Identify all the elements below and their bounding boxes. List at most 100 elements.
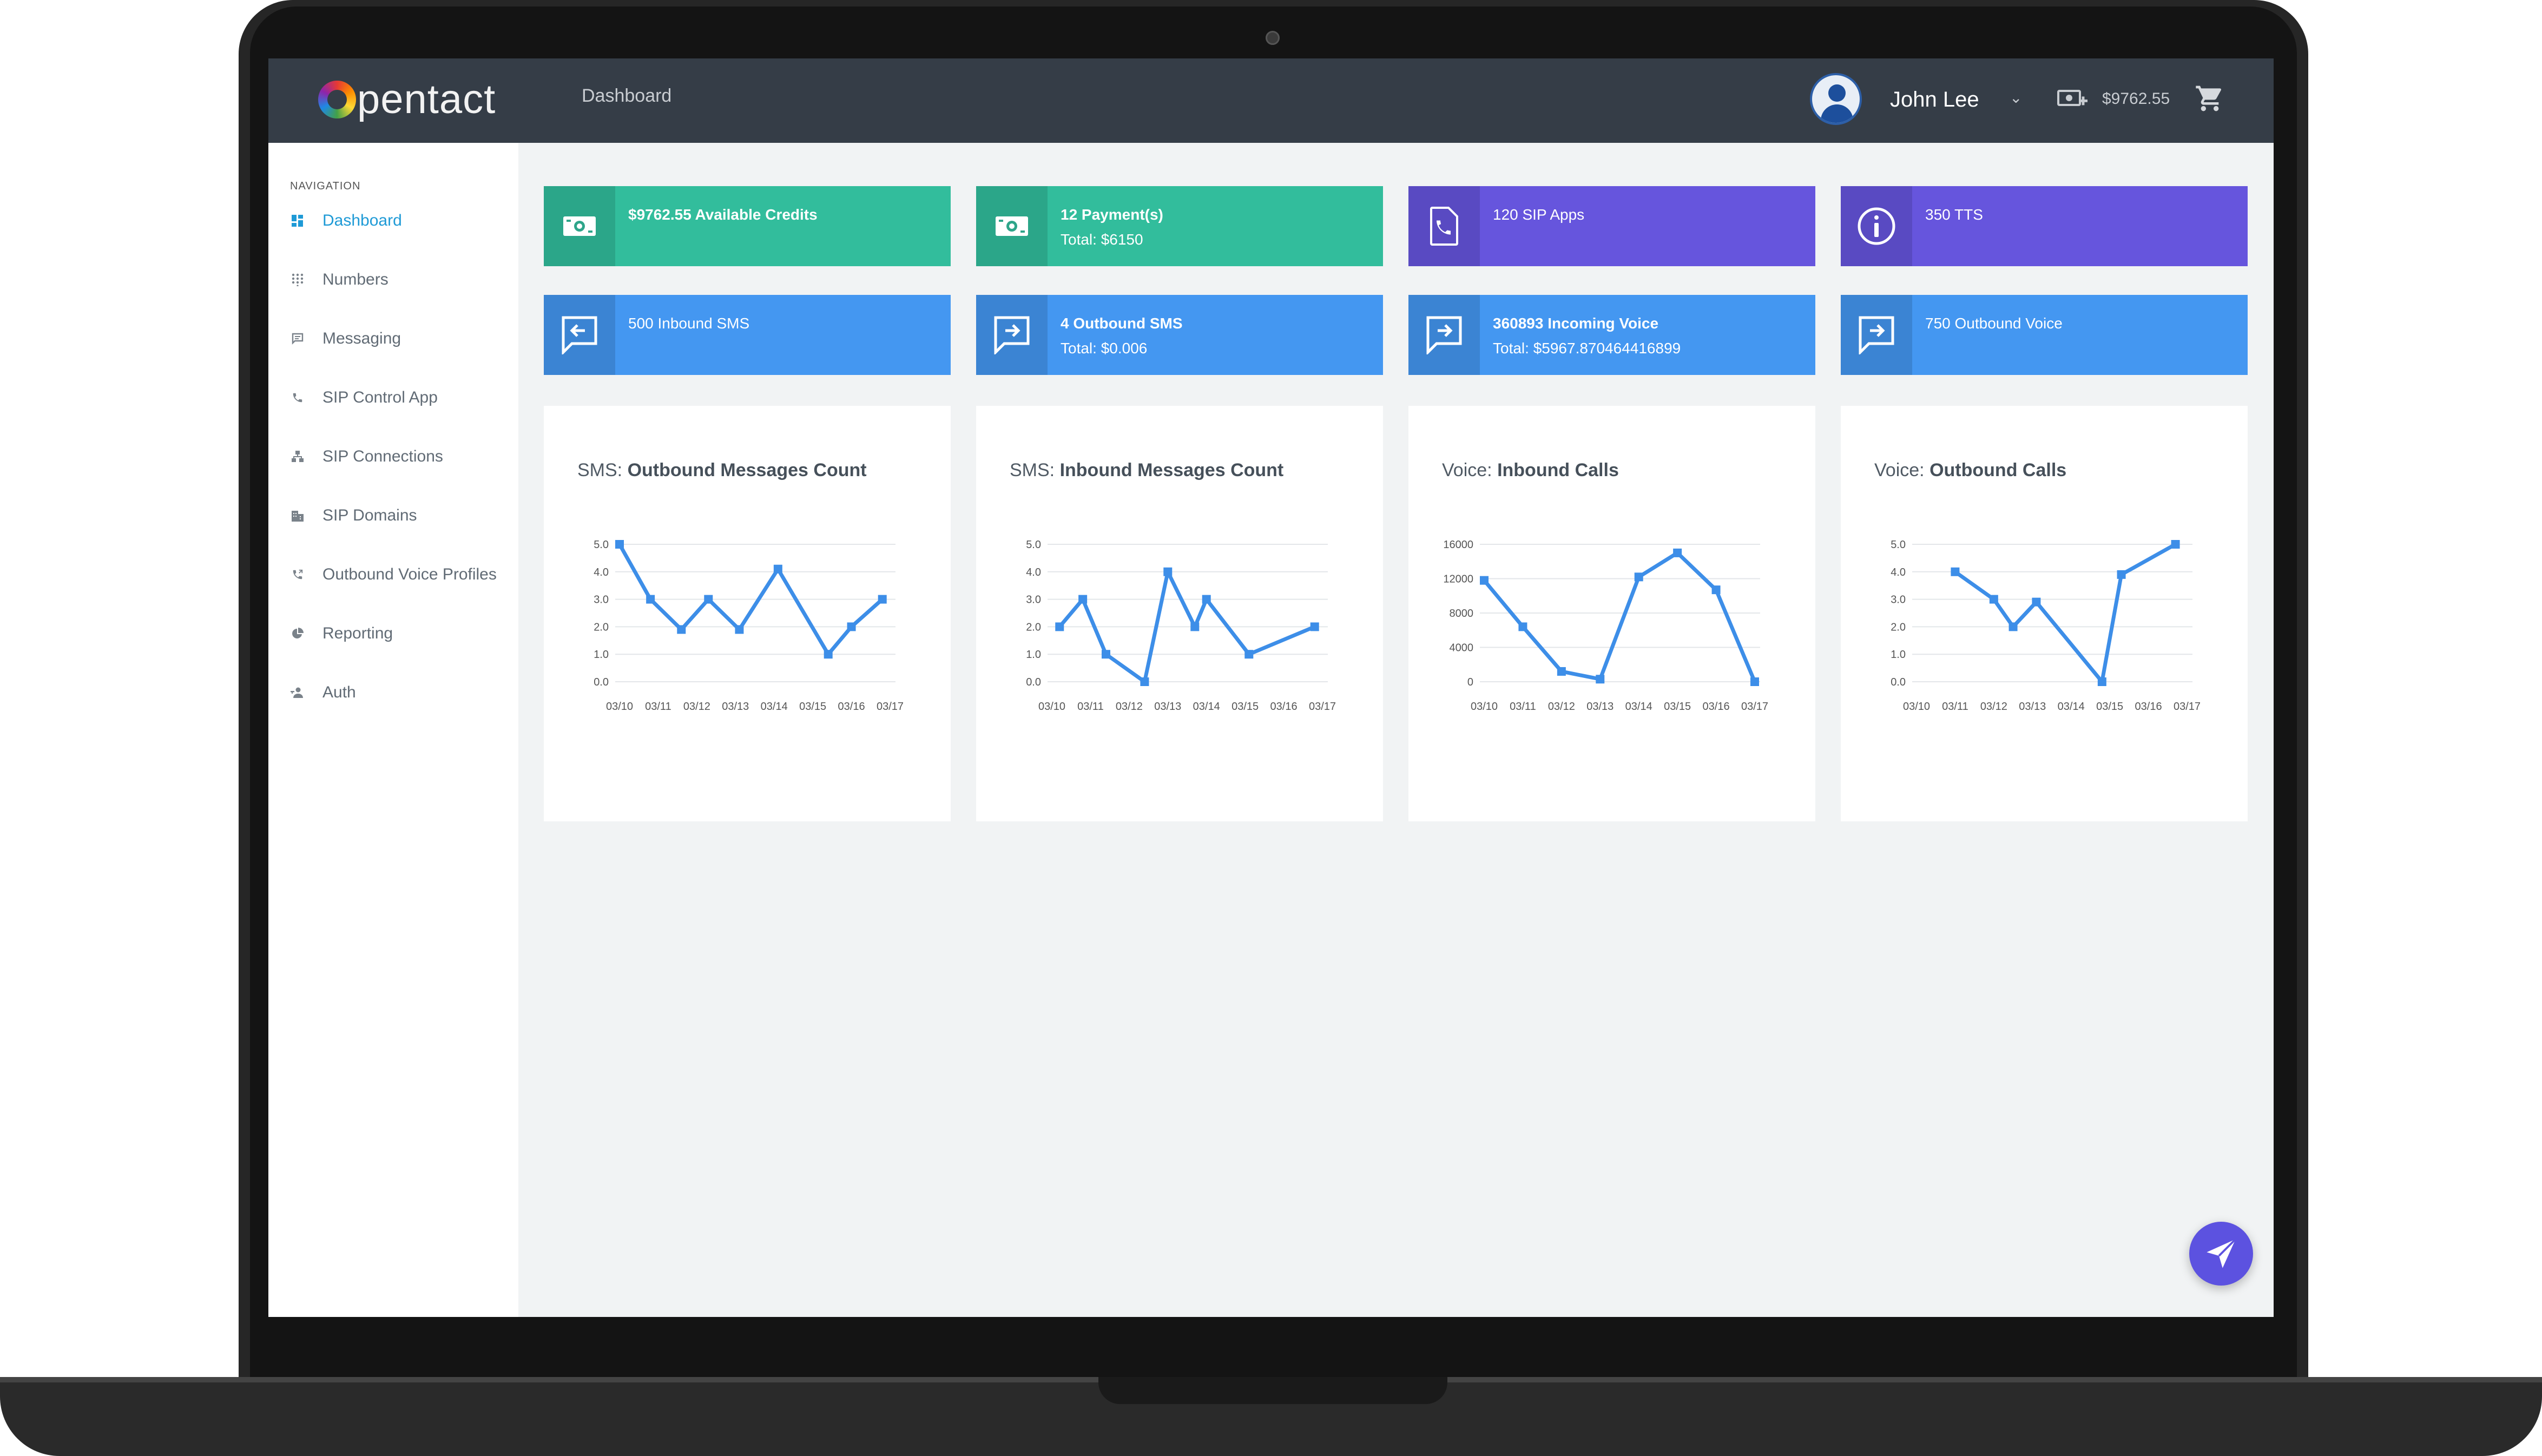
x-tick-label: 03/17 [877,701,904,713]
sidebar-item-dashboard[interactable]: Dashboard [290,205,402,237]
message-out-icon [1408,295,1480,375]
sidebar-item-sip-connections[interactable]: SIP Connections [290,440,443,473]
send-fab-button[interactable] [2189,1222,2253,1286]
chart-panel-sms-outbound: SMS: Outbound Messages Count 5.0 4.0 3.0 2.… [544,406,951,821]
x-tick-label: 03/14 [761,701,788,713]
sidebar-item-sip-domains[interactable]: SIP Domains [290,499,417,532]
x-tick-label: 03/12 [683,701,710,713]
y-tick-label: 4.0 [594,566,609,578]
card-title: 12 Payment(s) [1061,206,1163,223]
x-tick-label: 03/12 [1548,701,1575,713]
add-credit-icon[interactable] [2057,88,2087,111]
stat-card-incoming-voice[interactable]: 360893 Incoming Voice Total: $5967.870464… [1408,295,1815,375]
message-icon [290,331,305,346]
x-tick-label: 03/13 [1154,701,1181,713]
sidebar-item-auth[interactable]: Auth [290,676,356,709]
x-tick-label: 03/10 [606,701,633,713]
y-tick-label: 4.0 [1891,566,1906,578]
data-point [704,595,713,604]
x-tick-label: 03/14 [1625,701,1652,713]
data-point [646,595,655,604]
sidebar-item-label: Messaging [322,330,401,347]
cash-icon [544,186,615,266]
stat-card-outbound-sms[interactable]: 4 Outbound SMS Total: $0.006 [976,295,1383,375]
message-in-icon [544,295,615,375]
sidebar-item-label: SIP Control App [322,388,438,406]
sidebar-item-label: Dashboard [322,212,402,229]
data-point [677,625,686,634]
chart-title: Voice: Inbound Calls [1442,460,1619,480]
x-tick-label: 03/15 [1232,701,1259,713]
x-tick-label: 03/12 [1116,701,1143,713]
y-tick-label: 8000 [1450,608,1474,620]
network-icon [290,449,305,464]
y-tick-label: 2.0 [594,621,609,633]
y-tick-label: 12000 [1443,574,1473,585]
stat-card-tts[interactable]: 350 TTS [1841,186,2248,266]
chart-title: Voice: Outbound Calls [1874,460,2067,480]
series-line [1483,551,1757,683]
card-title: 4 Outbound SMS [1061,315,1183,332]
line-chart: 5.0 4.0 3.0 2.0 1.0 0.0 03/10 03/11 03/12 03/13 03… [1026,539,1336,713]
credit-balance[interactable]: $9762.55 [2102,90,2170,108]
data-point [847,622,856,631]
x-tick-label: 03/10 [1903,701,1930,713]
x-tick-label: 03/12 [1980,701,2007,713]
data-point [2117,570,2126,579]
user-name[interactable]: John Lee [1890,88,1979,112]
app-screen: pentact Dashboard John Lee ⌄ $9762.55 NA… [268,58,2274,1317]
x-tick-label: 03/11 [1942,701,1968,713]
data-point [1480,576,1489,585]
y-tick-label: 4000 [1450,642,1474,654]
sidebar-item-label: SIP Connections [322,447,443,465]
logo[interactable]: pentact [318,78,496,121]
chart-panel-voice-outbound: Voice: Outbound Calls 5.0 4.0 3.0 2.0 1.0 0.0… [1841,406,2248,821]
sidebar-item-label: Numbers [322,271,388,288]
logo-ring-icon [318,81,356,118]
chart-title: SMS: Outbound Messages Count [577,460,867,480]
cart-icon[interactable] [2195,83,2225,114]
stat-card-payments[interactable]: 12 Payment(s) Total: $6150 [976,186,1383,266]
sidebar-item-outbound-voice-profiles[interactable]: Outbound Voice Profiles [290,558,497,591]
logo-text: pentact [357,76,496,122]
info-icon [1841,186,1912,266]
line-chart: 5.0 4.0 3.0 2.0 1.0 0.0 03/10 03/11 03/12 03/13 03… [594,539,904,713]
y-tick-label: 3.0 [1891,594,1906,606]
stat-card-available-credits[interactable]: $9762.55 Available Credits [544,186,951,266]
x-tick-label: 03/15 [799,701,826,713]
sidebar-item-sip-control-app[interactable]: SIP Control App [290,381,438,414]
y-tick-label: 5.0 [594,539,609,551]
x-tick-label: 03/10 [1038,701,1065,713]
data-point [1711,585,1721,595]
data-point [1078,595,1088,604]
message-out-icon [1841,295,1912,375]
data-point [735,625,744,634]
sidebar-item-reporting[interactable]: Reporting [290,617,393,650]
sidebar-item-numbers[interactable]: Numbers [290,263,388,296]
data-point [1163,567,1173,576]
stat-card-sip-apps[interactable]: 120 SIP Apps [1408,186,1815,266]
data-point [1596,675,1605,684]
y-tick-label: 0.0 [1026,676,1041,688]
y-tick-label: 3.0 [1026,594,1041,606]
x-tick-label: 03/14 [2058,701,2085,713]
sidebar-item-label: Auth [322,683,356,701]
card-subtitle: Total: $0.006 [1061,340,1148,357]
y-tick-label: 4.0 [1026,566,1041,578]
y-tick-label: 5.0 [1891,539,1906,551]
data-point [1310,622,1319,631]
card-subtitle: Total: $5967.870464416899 [1493,340,1681,357]
user-avatar-icon[interactable] [1810,73,1862,125]
sidebar-item-messaging[interactable]: Messaging [290,322,401,355]
x-tick-label: 03/16 [2135,701,2162,713]
chevron-down-icon[interactable]: ⌄ [2010,89,2022,107]
sidebar-item-label: Reporting [322,624,393,642]
sidebar-item-label: Outbound Voice Profiles [322,565,497,583]
sidebar-item-label: SIP Domains [322,506,417,524]
stat-card-inbound-sms[interactable]: 500 Inbound SMS [544,295,951,375]
phone-icon [290,390,305,405]
x-tick-label: 03/10 [1471,701,1498,713]
card-subtitle: Total: $6150 [1061,231,1143,248]
stat-card-outbound-voice[interactable]: 750 Outbound Voice [1841,295,2248,375]
x-tick-label: 03/11 [1510,701,1536,713]
